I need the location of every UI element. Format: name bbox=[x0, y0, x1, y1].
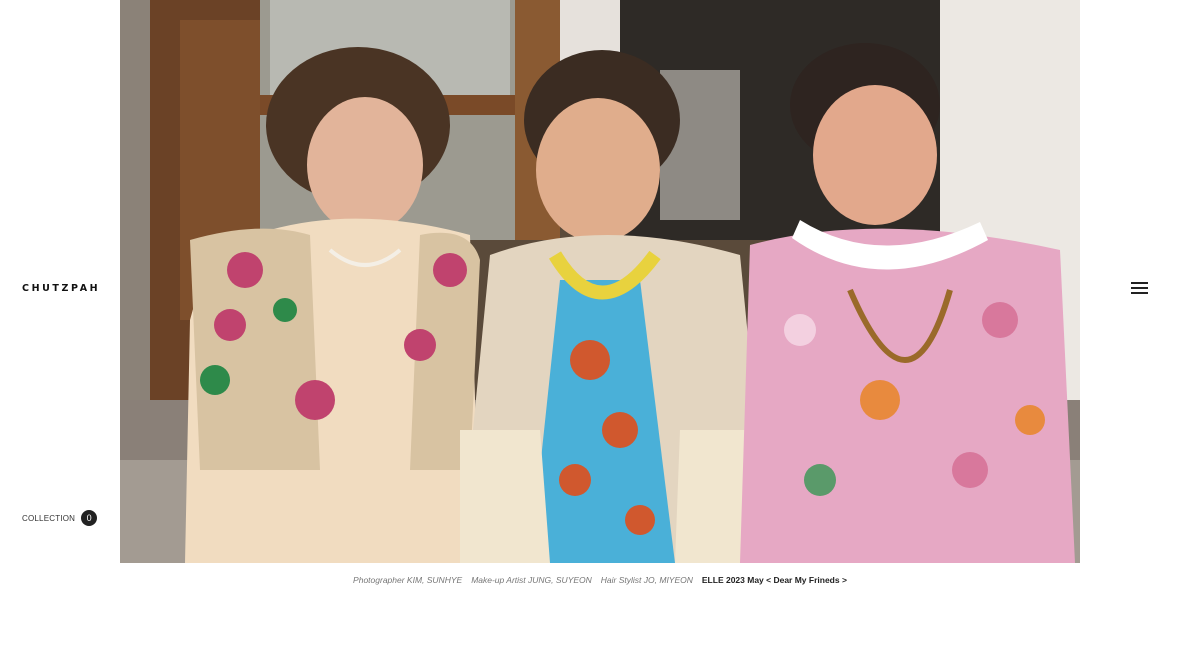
collection-link[interactable]: COLLECTION 0 bbox=[22, 510, 98, 526]
caption-photographer: Photographer KIM, SUNHYE bbox=[353, 575, 463, 585]
caption-makeup-artist: Make-up Artist JUNG, SUYEON bbox=[471, 575, 592, 585]
photo-illustration bbox=[120, 0, 1080, 563]
caption-hair-stylist: Hair Stylist JO, MIYEON bbox=[600, 575, 693, 585]
menu-bar bbox=[1131, 287, 1148, 289]
portrait-photo bbox=[120, 0, 1080, 563]
caption-title: ELLE 2023 May < Dear My Frineds > bbox=[701, 575, 847, 585]
menu-bar bbox=[1131, 282, 1148, 284]
hamburger-menu-icon[interactable] bbox=[1130, 281, 1150, 297]
page: CHUTZPAH COLLECTION 0 Photographer KIM, … bbox=[0, 0, 1200, 645]
brand-logo[interactable]: CHUTZPAH bbox=[22, 283, 100, 294]
photo-caption: Photographer KIM, SUNHYE Make-up Artist … bbox=[0, 575, 1200, 585]
collection-label: COLLECTION bbox=[22, 513, 76, 523]
collection-count-badge: 0 bbox=[81, 510, 98, 526]
menu-bar bbox=[1131, 292, 1148, 294]
